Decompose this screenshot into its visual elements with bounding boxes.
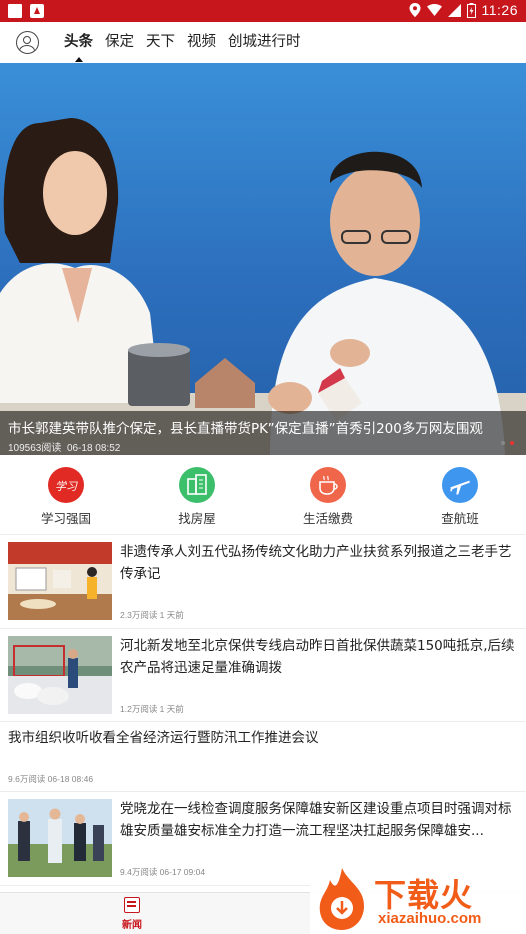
flame-logo-icon	[319, 868, 364, 930]
hero-read-count: 109563阅读	[8, 443, 62, 454]
news-title[interactable]: 非遗传承人刘五代弘扬传统文化助力产业扶贫系列报道之三老手艺传承记	[120, 541, 516, 585]
status-bar: 11:26	[0, 0, 526, 22]
channel-tabs: 头条 保定 天下 视频 创城进行时	[58, 22, 307, 64]
watermark: 下载火 xiazaihuo.com	[310, 862, 526, 934]
news-thumbnail	[8, 799, 112, 877]
quick-link-house[interactable]: 找房屋	[147, 467, 247, 527]
building-icon	[179, 467, 215, 503]
news-title[interactable]: 党晓龙在一线检查调度服务保障雄安新区建设重点项目时强调对标雄安质量雄安标准全力打…	[120, 798, 516, 842]
news-thumbnail	[8, 542, 112, 620]
signal-icon	[447, 3, 461, 17]
svg-text:学习: 学习	[55, 480, 78, 493]
hero-banner[interactable]: 市长郭建英带队推介保定，县长直播带货PK”保定直播”首秀引200多万网友围观 1…	[0, 63, 526, 455]
news-meta: 9.6万阅读 06-18 08:46	[8, 774, 94, 784]
newspaper-icon	[124, 897, 140, 913]
tab-video[interactable]: 视频	[181, 22, 222, 64]
news-item[interactable]: 非遗传承人刘五代弘扬传统文化助力产业扶贫系列报道之三老手艺传承记 2.3万阅读 …	[0, 535, 526, 629]
quick-link-xuexi[interactable]: 学习 学习强国	[16, 467, 116, 527]
hero-title[interactable]: 市长郭建英带队推介保定，县长直播带货PK”保定直播”首秀引200多万网友围观	[8, 417, 508, 437]
bottom-tab-news[interactable]: 新闻	[112, 897, 152, 931]
notification-icon	[8, 4, 22, 18]
news-item[interactable]: 我市组织收听收看全省经济运行暨防汛工作推进会议 9.6万阅读 06-18 08:…	[0, 722, 526, 792]
user-profile-icon[interactable]	[16, 31, 39, 54]
wifi-icon	[426, 4, 442, 16]
quick-link-flight[interactable]: 查航班	[410, 467, 510, 527]
xuexi-qiangguo-icon: 学习	[48, 467, 84, 503]
coffee-cup-icon	[310, 467, 346, 503]
carousel-indicator	[501, 441, 514, 445]
top-nav: 头条 保定 天下 视频 创城进行时	[0, 22, 526, 64]
news-title[interactable]: 河北新发地至北京保供专线启动昨日首批保供蔬菜150吨抵京,后续农产品将迅速足量准…	[120, 635, 516, 679]
news-meta: 9.4万阅读 06-17 09:04	[120, 867, 206, 877]
tab-baoding[interactable]: 保定	[99, 22, 140, 64]
news-meta: 1.2万阅读 1 天前	[120, 704, 184, 714]
tab-toutiao[interactable]: 头条	[58, 22, 99, 64]
tab-tianxia[interactable]: 天下	[140, 22, 181, 64]
hero-image	[0, 118, 526, 455]
watermark-url: xiazaihuo.com	[378, 910, 482, 927]
clock: 11:26	[481, 2, 518, 18]
news-title[interactable]: 我市组织收听收看全省经济运行暨防汛工作推进会议	[8, 727, 518, 749]
battery-icon	[466, 2, 476, 18]
quick-link-payment[interactable]: 生活缴费	[278, 467, 378, 527]
location-icon	[409, 3, 420, 17]
app-notification-icon	[30, 4, 44, 18]
airplane-icon	[442, 467, 478, 503]
news-item[interactable]: 河北新发地至北京保供专线启动昨日首批保供蔬菜150吨抵京,后续农产品将迅速足量准…	[0, 629, 526, 722]
quick-links: 学习 学习强国 找房屋 生活缴费 查航班	[0, 455, 526, 535]
news-meta: 2.3万阅读 1 天前	[120, 610, 184, 620]
hero-date: 06-18 08:52	[66, 443, 121, 454]
news-thumbnail	[8, 636, 112, 714]
tab-chuangcheng[interactable]: 创城进行时	[222, 22, 307, 64]
hero-meta: 109563阅读 06-18 08:52	[8, 439, 120, 454]
